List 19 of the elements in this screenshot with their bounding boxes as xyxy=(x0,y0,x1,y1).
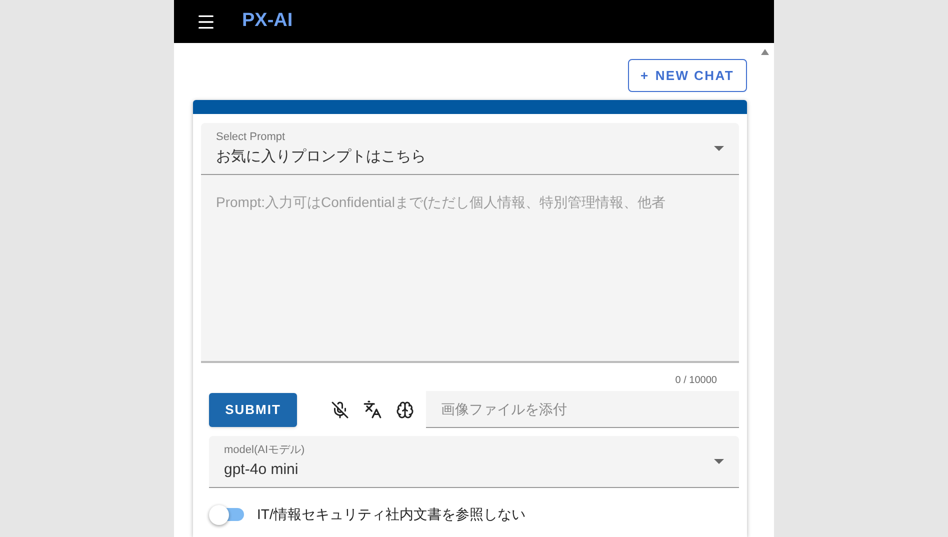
prompt-select[interactable]: Select Prompt お気に入りプロンプトはこちら xyxy=(201,123,739,175)
model-select[interactable]: model(AIモデル) gpt-4o mini xyxy=(209,436,739,488)
field-value: お気に入りプロンプトはこちら xyxy=(216,146,427,166)
microphone-muted-icon[interactable] xyxy=(331,400,349,418)
switch-label: IT/情報セキュリティ社内文書を参照しない xyxy=(257,505,526,524)
field-label: model(AIモデル) xyxy=(224,443,306,458)
image-attach-field[interactable]: 画像ファイルを添付 xyxy=(426,391,739,428)
dropdown-caret-icon xyxy=(714,459,724,464)
field-label: Select Prompt xyxy=(216,130,286,145)
prompt-placeholder: Prompt:入力可はConfidentialまで(ただし個人情報、特別管理情報、他者 xyxy=(216,194,666,210)
scroll-up-arrow-icon[interactable] xyxy=(761,49,769,55)
translate-icon[interactable] xyxy=(363,400,382,419)
submit-button[interactable]: SUBMIT xyxy=(209,392,297,426)
app-title: PX-AI xyxy=(242,9,293,34)
new-chat-button[interactable]: + NEW CHAT xyxy=(628,59,747,92)
character-counter: 0 / 10000 xyxy=(675,374,717,388)
dropdown-caret-icon xyxy=(714,146,724,151)
field-value: gpt-4o mini xyxy=(224,460,300,480)
head-brain-icon[interactable] xyxy=(396,400,414,418)
